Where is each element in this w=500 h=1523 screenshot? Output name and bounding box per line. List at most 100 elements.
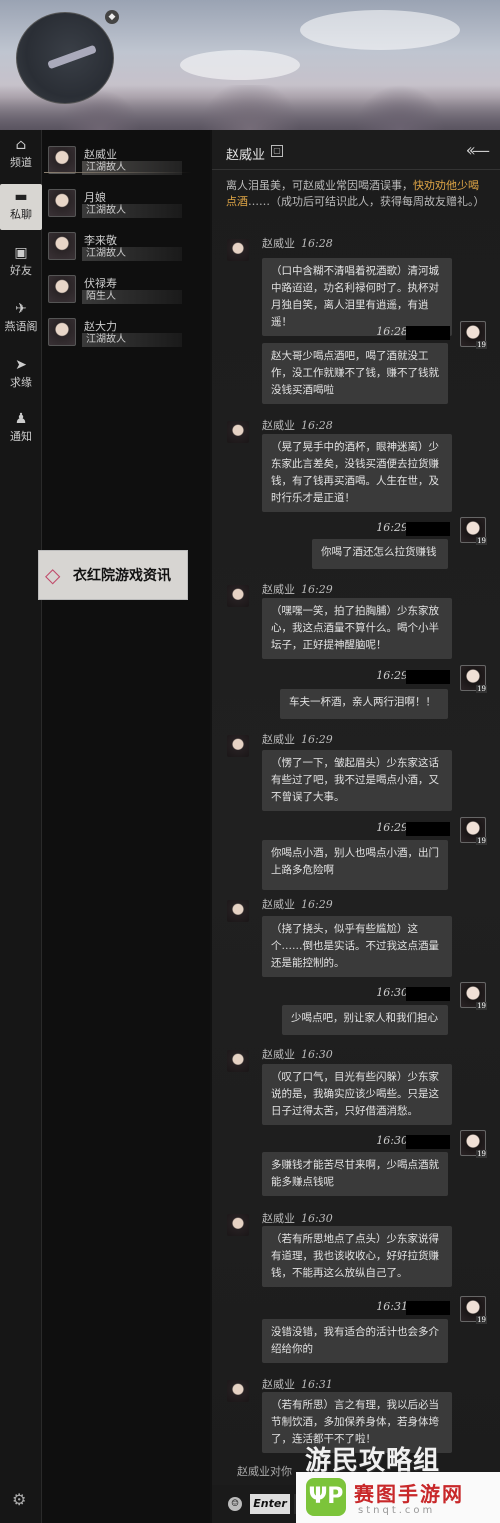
chat-icon: ▬ [14, 189, 28, 205]
watermark-site: ΨP 赛图手游网 stnqt.com [296, 1472, 500, 1523]
my-message-bubble: 你喝了酒还怎么拉货赚钱 [312, 539, 448, 569]
message-meta: 赵威业 16:31 [262, 1376, 333, 1392]
compass-icon: ◆ [105, 10, 119, 24]
message-time: 16:29 [376, 669, 408, 682]
kite-icon: ◇ [45, 563, 61, 587]
npc-message-bubble: （挠了挠头，似乎有些尴尬）这个……倒也是实话。不过我这点酒量还是能控制的。 [262, 916, 452, 977]
message-time: 16:29 [301, 898, 333, 911]
cloud [300, 10, 460, 50]
gear-icon[interactable]: ⚙ [12, 1490, 26, 1509]
chat-panel: 赵威业 ▢ ‹‹— 离人泪虽美，可赵威业常因喝酒误事，快劝劝他少喝点酒……（成功… [212, 130, 500, 1523]
avatar [48, 318, 76, 346]
nav-seek[interactable]: ➤ 求缘 [0, 352, 42, 398]
npc-avatar[interactable] [227, 1050, 249, 1072]
npc-avatar[interactable] [227, 900, 249, 922]
sender-name: 赵威业 [262, 1212, 295, 1225]
avatar [48, 189, 76, 217]
avatar [48, 232, 76, 260]
nav-label: 通知 [10, 430, 32, 443]
nav-yanyuge[interactable]: ✈ 燕语阁 [0, 296, 42, 342]
redacted-name [406, 822, 450, 836]
contact-name: 赵威业 [84, 148, 117, 161]
home-icon: ⌂ [15, 137, 27, 153]
nav-channel[interactable]: ⌂ 频道 [0, 132, 42, 178]
minimap[interactable] [16, 12, 114, 104]
message-time: 16:31 [301, 1378, 333, 1391]
sender-name: 赵威业 [262, 1378, 295, 1391]
message-meta: 赵威业 16:28 [262, 235, 333, 251]
left-nav: ⌂ 频道 ▬ 私聊 ▣ 好友 ✈ 燕语阁 ➤ 求缘 ♟ 通知 ⚙ [0, 130, 42, 1523]
npc-avatar[interactable] [227, 239, 249, 261]
contact-name: 李来敬 [84, 234, 117, 247]
contact-item[interactable]: 李来敬 江湖故人 [46, 230, 196, 266]
swallow-icon: ✈ [15, 301, 27, 317]
nav-private-chat[interactable]: ▬ 私聊 [0, 184, 42, 230]
message-time: 16:29 [301, 583, 333, 596]
task-intro: 离人泪虽美，可赵威业常因喝酒误事，快劝劝他少喝点酒……（成功后可结识此人，获得每… [226, 178, 488, 210]
contact-item[interactable]: 伏禄寿 陌生人 [46, 273, 196, 309]
sender-name: 赵威业 [262, 1048, 295, 1061]
level-badge: 19 [476, 537, 487, 545]
contact-item[interactable]: 赵威业 江湖故人 [46, 144, 196, 180]
npc-message-bubble: （愣了一下，皱起眉头）少东家这话有些过了吧，我不过是喝点小酒，又不曾误了大事。 [262, 750, 452, 811]
message-time: 16:28 [301, 419, 333, 432]
emoji-icon[interactable]: ☺ [228, 1497, 242, 1511]
message-time: 16:28 [376, 325, 408, 338]
avatar [48, 275, 76, 303]
contact-item[interactable]: 赵大力 江湖故人 [46, 316, 196, 352]
message-time: 16:30 [301, 1212, 333, 1225]
redacted-name [406, 1301, 450, 1315]
npc-avatar[interactable] [227, 1214, 249, 1236]
watermark-text: 衣红院游戏资讯 [73, 568, 171, 584]
send-icon: ➤ [15, 357, 27, 373]
my-avatar[interactable]: 19 [460, 817, 487, 845]
level-badge: 19 [476, 1316, 487, 1324]
my-avatar[interactable]: 19 [460, 1130, 487, 1158]
message-meta: 赵威业 16:30 [262, 1210, 333, 1226]
npc-message-bubble: （叹了口气，目光有些闪躲）少东家说的是，我确实应该少喝些。只是这日子过得太苦，只… [262, 1064, 452, 1125]
npc-avatar[interactable] [227, 585, 249, 607]
my-avatar[interactable]: 19 [460, 321, 487, 349]
sender-name: 赵威业 [262, 237, 295, 250]
intro-text: 离人泪虽美，可赵威业常因喝酒误事， [226, 179, 413, 192]
contact-name: 赵大力 [84, 320, 117, 333]
site-name: 赛图手游网 [354, 1482, 464, 1506]
contact-tag: 江湖故人 [82, 247, 182, 261]
contact-name: 伏禄寿 [84, 277, 117, 290]
redacted-name [406, 987, 450, 1001]
profile-icon[interactable]: ▢ [271, 145, 283, 157]
message-meta: 赵威业 16:28 [262, 417, 333, 433]
my-avatar[interactable]: 19 [460, 517, 487, 545]
npc-avatar[interactable] [227, 1380, 249, 1402]
message-time: 16:29 [376, 521, 408, 534]
chat-title: 赵威业 [226, 148, 266, 163]
nav-friends[interactable]: ▣ 好友 [0, 240, 42, 286]
contact-item[interactable]: 月娘 江湖故人 [46, 187, 196, 223]
nav-label: 燕语阁 [4, 320, 38, 333]
chat-header: 赵威业 ▢ ‹‹— [212, 130, 500, 170]
my-avatar[interactable]: 19 [460, 665, 487, 693]
my-avatar[interactable]: 19 [460, 1296, 487, 1324]
collapse-icon[interactable]: ‹‹— [466, 140, 490, 161]
my-message-bubble: 多赚钱才能苦尽甘来啊，少喝点酒就能多赚点钱呢 [262, 1152, 448, 1196]
message-time: 16:29 [376, 821, 408, 834]
npc-message-bubble: （口中含糊不清唱着祝酒歌）清河城中路迢迢，功名利禄何时了。执杯对月独自笑，离人泪… [262, 258, 452, 336]
redacted-name [406, 522, 450, 536]
message-meta: 赵威业 16:30 [262, 1046, 333, 1062]
watermark-badge: ◇ 衣红院游戏资讯 [38, 550, 188, 600]
contact-tag: 江湖故人 [82, 204, 182, 218]
contact-tag: 江湖故人 [82, 333, 182, 347]
npc-avatar[interactable] [227, 735, 249, 757]
npc-message-bubble: （嘿嘿一笑，拍了拍胸脯）少东家放心，我这点酒量不算什么。喝个小半坛子，正好提神醒… [262, 598, 452, 659]
level-badge: 19 [476, 685, 487, 693]
my-message-bubble: 少喝点吧，别让家人和我们担心 [282, 1005, 448, 1035]
level-badge: 19 [476, 837, 487, 845]
nav-notifications[interactable]: ♟ 通知 [0, 406, 42, 452]
contact-list: 赵威业 江湖故人 月娘 江湖故人 李来敬 江湖故人 伏禄寿 陌生人 赵大力 江湖… [42, 130, 210, 1523]
my-avatar[interactable]: 19 [460, 982, 487, 1010]
message-time: 16:30 [376, 986, 408, 999]
message-time: 16:28 [301, 237, 333, 250]
npc-avatar[interactable] [227, 421, 249, 443]
enter-button[interactable]: Enter [250, 1494, 290, 1514]
site-logo: ΨP [306, 1478, 346, 1516]
